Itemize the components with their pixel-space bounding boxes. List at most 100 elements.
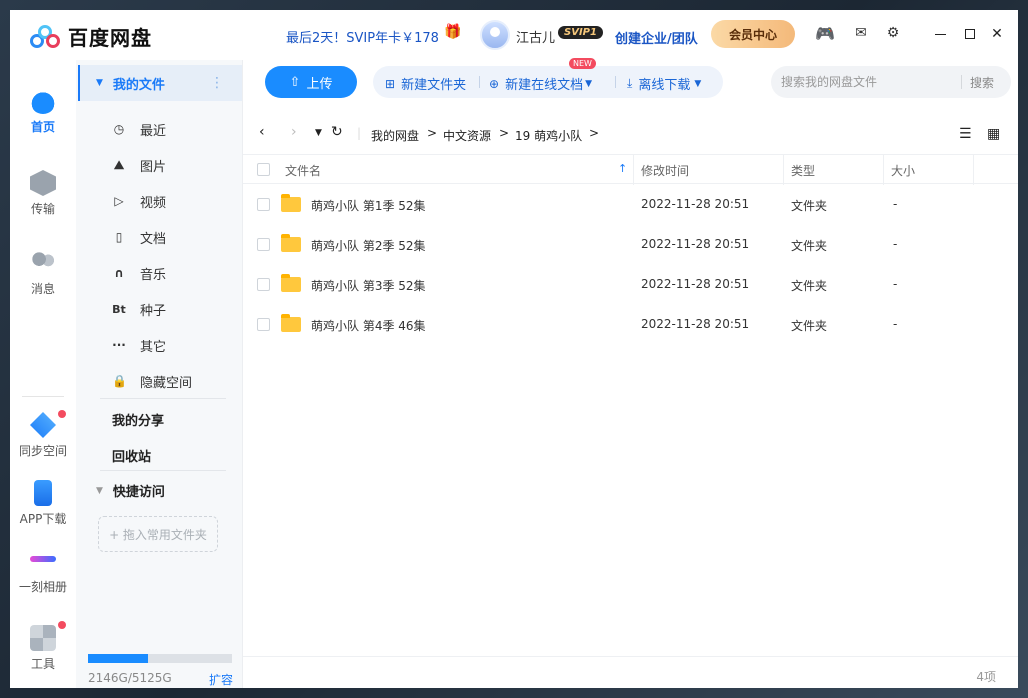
file-size: - [893,317,898,331]
nav-transfer[interactable]: 传输 [10,170,76,217]
search-button[interactable]: 搜索 [970,74,994,91]
sidebar-my-share[interactable]: 我的分享 [112,410,164,429]
column-divider[interactable] [633,155,634,185]
gear-icon[interactable]: ⚙ [884,24,902,42]
toolbar-group: ⊞ 新建文件夹 ⊕ 新建在线文档 ▼ NEW ⤓ 离线下载 ▼ [373,58,723,98]
sidebar-my-files[interactable]: ▼ 我的文件 ⋮ [78,65,242,101]
table-row[interactable]: 萌鸡小队 第3季 52集 2022-11-28 20:51 文件夹 - [243,264,1018,304]
file-name[interactable]: 萌鸡小队 第4季 46集 [311,317,426,334]
sidebar-item-label: 最近 [140,123,167,139]
storage-progress-fill [88,654,149,663]
sidebar-divider [100,398,226,399]
nav-tools[interactable]: 工具 [10,621,76,672]
table-row[interactable]: 萌鸡小队 第1季 52集 2022-11-28 20:51 文件夹 - [243,184,1018,224]
select-all-checkbox[interactable] [257,163,270,176]
column-header-type[interactable]: 类型 [791,162,815,179]
breadcrumb-separator: > [427,126,438,140]
nav-sync-space[interactable]: 同步空间 [10,410,76,459]
upload-button[interactable]: ⇧ 上传 [265,66,357,98]
create-enterprise-link[interactable]: 创建企业/团队 [615,28,698,47]
sidebar-item-torrents[interactable]: Bt 种子 [112,299,166,319]
sidebar-item-label: 隐藏空间 [140,375,193,391]
vip-badge[interactable]: SVIP1 [558,26,603,39]
nav-moment-label: 一刻相册 [18,580,67,594]
search-divider [961,75,962,89]
sidebar-item-documents[interactable]: ▯ 文档 [112,227,166,247]
new-badge: NEW [569,58,596,69]
column-divider[interactable] [973,155,974,185]
column-header-size[interactable]: 大小 [891,162,915,179]
refresh-icon[interactable]: ↻ [331,124,343,140]
minimize-button[interactable] [930,24,950,44]
image-icon: ⛰ [113,157,125,172]
sort-icon[interactable]: ☰ [959,126,972,142]
new-folder-button[interactable]: ⊞ 新建文件夹 [385,74,467,94]
back-arrow-icon[interactable]: ‹ [259,124,265,140]
table-row[interactable]: 萌鸡小队 第2季 52集 2022-11-28 20:51 文件夹 - [243,224,1018,264]
nav-moment-album[interactable]: 一刻相册 [10,548,76,595]
nav-app-download[interactable]: APP下载 [10,480,76,527]
row-checkbox[interactable] [257,198,270,211]
file-name[interactable]: 萌鸡小队 第3季 52集 [311,277,426,294]
file-size: - [893,237,898,251]
table-row[interactable]: 萌鸡小队 第4季 46集 2022-11-28 20:51 文件夹 - [243,304,1018,344]
sidebar-item-videos[interactable]: ▷ 视频 [112,191,166,211]
folder-icon [281,314,301,332]
new-folder-label: 新建文件夹 [401,78,467,93]
row-checkbox[interactable] [257,238,270,251]
sidebar-item-hidden-space[interactable]: 🔒 隐藏空间 [112,371,192,391]
nav-home[interactable]: 首页 [10,88,76,135]
breadcrumb-separator: > [499,126,510,140]
left-nav: 首页 传输 消息 同步空间 APP下载 一刻相册 工具 [10,60,76,688]
username[interactable]: 江古儿 [516,27,555,46]
column-header-modified[interactable]: 修改时间 [641,162,689,179]
member-center-button[interactable]: 会员中心 [711,20,795,48]
forward-arrow-icon[interactable]: › [291,124,297,140]
file-name[interactable]: 萌鸡小队 第1季 52集 [311,197,426,214]
app-window: 百度网盘 最后2天！SVIP年卡￥178 🎁 江古儿 SVIP1 创建企业/团队… [10,10,1018,688]
sidebar-item-images[interactable]: ⛰ 图片 [112,155,166,175]
row-checkbox[interactable] [257,318,270,331]
sort-ascending-icon[interactable]: ↑ [618,162,627,175]
maximize-button[interactable] [960,24,980,44]
nav-message[interactable]: 消息 [10,250,76,297]
title-bar: 百度网盘 最后2天！SVIP年卡￥178 🎁 江古儿 SVIP1 创建企业/团队… [10,10,1018,60]
gift-icon[interactable]: 🎁 [444,24,461,40]
sidebar-item-recent[interactable]: ◷ 最近 [112,119,166,139]
sidebar-recycle-bin[interactable]: 回收站 [112,446,151,465]
grid-view-icon[interactable]: ▦ [987,126,1000,142]
sidebar-item-label: 其它 [140,339,167,355]
gamepad-icon[interactable]: 🎮 [815,24,835,43]
breadcrumb-item-chinese-resources[interactable]: 中文资源 [443,127,491,144]
sidebar-item-music[interactable]: ∩ 音乐 [112,263,166,283]
close-button[interactable]: ✕ [987,24,1007,44]
breadcrumb-item-root[interactable]: 我的网盘 [371,127,419,144]
sidebar-quick-access[interactable]: ▼ 快捷访问 [96,481,165,500]
headphones-icon: ∩ [114,266,124,280]
lock-icon: 🔒 [112,374,127,388]
avatar[interactable] [480,20,510,50]
history-dropdown-icon[interactable]: ▼ [315,128,322,138]
offline-download-button[interactable]: ⤓ 离线下载 ▼ [627,74,701,93]
column-divider[interactable] [883,155,884,185]
triangle-down-icon: ▼ [96,485,103,496]
expand-storage-link[interactable]: 扩容 [209,671,233,688]
sidebar-item-others[interactable]: ··· 其它 [112,335,166,355]
breadcrumb-separator: > [589,126,600,140]
nav-tools-label: 工具 [30,657,55,671]
column-header-name[interactable]: 文件名 [285,162,321,179]
chevron-down-icon: ▼ [585,78,592,89]
new-online-doc-button[interactable]: ⊕ 新建在线文档 ▼ [489,74,592,94]
column-divider[interactable] [783,155,784,185]
breadcrumb-item-current[interactable]: 19 萌鸡小队 [515,127,582,144]
svip-promo-link[interactable]: 最后2天！SVIP年卡￥178 [286,27,439,46]
mail-icon[interactable]: ✉ [852,24,870,42]
quick-access-label: 快捷访问 [112,485,165,500]
doc-plus-icon: ⊕ [489,76,500,91]
file-name[interactable]: 萌鸡小队 第2季 52集 [311,237,426,254]
drop-favorite-folder-zone[interactable]: + 拖入常用文件夹 [98,516,218,552]
app-name: 百度网盘 [68,26,152,50]
row-checkbox[interactable] [257,278,270,291]
more-vertical-icon[interactable]: ⋮ [210,75,224,91]
search-input[interactable] [781,75,961,89]
